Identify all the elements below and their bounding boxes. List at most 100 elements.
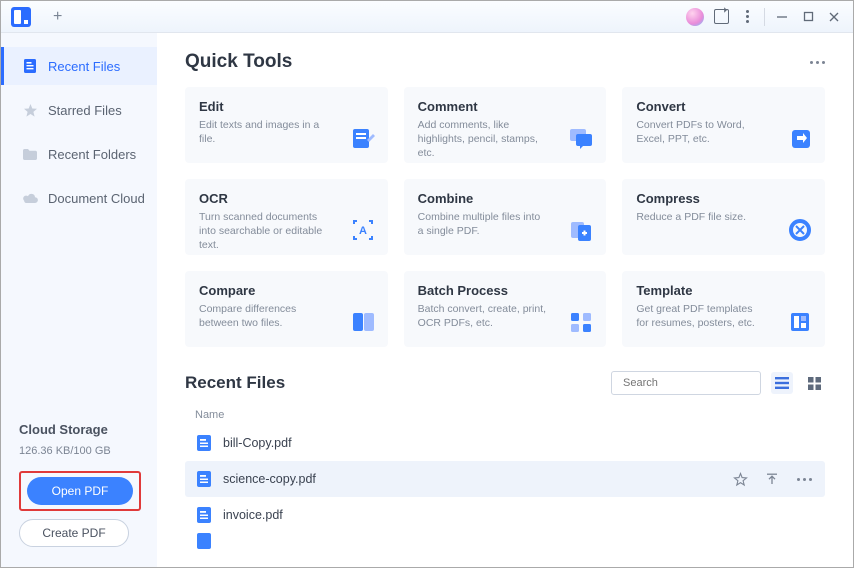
folder-icon [22,146,38,162]
file-name: science-copy.pdf [223,472,719,486]
tool-desc: Convert PDFs to Word, Excel, PPT, etc. [636,118,766,146]
dots-vertical-icon [746,10,749,23]
tool-desc: Batch convert, create, print, OCR PDFs, … [418,302,548,330]
tool-combine[interactable]: Combine Combine multiple files into a si… [404,179,607,255]
sidebar-item-label: Document Cloud [48,191,145,206]
tool-desc: Turn scanned documents into searchable o… [199,210,329,253]
search-input[interactable] [623,377,765,389]
file-name: bill-Copy.pdf [223,436,815,450]
upload-row-button[interactable] [761,472,783,486]
file-row[interactable]: bill-Copy.pdf [185,425,825,461]
highlight-open-pdf: Open PDF [19,471,141,511]
cloud-storage-block: Cloud Storage 126.36 KB/100 GB Open PDF … [1,422,157,567]
new-tab-button[interactable]: + [53,8,62,26]
create-pdf-button[interactable]: Create PDF [19,519,129,547]
svg-text:A: A [359,225,367,237]
view-grid-button[interactable] [803,372,825,394]
tool-title: Batch Process [418,283,593,298]
batch-icon [568,309,594,335]
divider [764,8,765,26]
tool-title: OCR [199,191,374,206]
tool-desc: Get great PDF templates for resumes, pos… [636,302,766,330]
tool-ocr[interactable]: OCR Turn scanned documents into searchab… [185,179,388,255]
file-row[interactable]: science-copy.pdf [185,461,825,497]
tool-title: Compare [199,283,374,298]
tool-comment[interactable]: Comment Add comments, like highlights, p… [404,87,607,163]
grid-icon [808,377,821,390]
share-icon [714,9,729,24]
pdf-file-icon [195,506,213,524]
cloud-storage-title: Cloud Storage [19,422,139,437]
ocr-icon: A [350,217,376,243]
close-icon [828,11,840,23]
tool-convert[interactable]: Convert Convert PDFs to Word, Excel, PPT… [622,87,825,163]
star-icon [22,102,38,118]
tool-title: Compress [636,191,811,206]
edit-icon [350,125,376,151]
comment-icon [568,125,594,151]
dots-horizontal-icon [797,478,812,481]
sidebar-item-label: Starred Files [48,103,122,118]
sidebar: Recent Files Starred Files Recent Folder… [1,33,157,567]
template-icon [787,309,813,335]
recent-files-title: Recent Files [185,373,611,393]
sidebar-item-label: Recent Files [48,59,120,74]
pdf-file-icon [195,533,213,549]
file-name: invoice.pdf [223,508,815,522]
tool-desc: Combine multiple files into a single PDF… [418,210,548,238]
minimize-icon [776,11,788,23]
maximize-icon [803,11,814,22]
close-button[interactable] [821,4,847,30]
tool-desc: Reduce a PDF file size. [636,210,766,224]
cloud-icon [22,190,38,206]
sidebar-item-starred-files[interactable]: Starred Files [1,91,157,129]
file-icon [22,58,38,74]
tool-title: Convert [636,99,811,114]
tool-title: Edit [199,99,374,114]
menu-button[interactable] [734,4,760,30]
column-name: Name [185,405,825,425]
tool-desc: Add comments, like highlights, pencil, s… [418,118,548,161]
tool-template[interactable]: Template Get great PDF templates for res… [622,271,825,347]
compress-icon [787,217,813,243]
file-row[interactable]: invoice.pdf [185,497,825,533]
content-area: Quick Tools Edit Edit texts and images i… [157,33,853,567]
file-row-partial[interactable] [185,533,825,549]
convert-icon [787,125,813,151]
star-outline-icon [733,472,748,487]
tool-batch-process[interactable]: Batch Process Batch convert, create, pri… [404,271,607,347]
list-icon [775,377,789,389]
combine-icon [568,217,594,243]
share-button[interactable] [708,4,734,30]
compare-icon [350,309,376,335]
sidebar-item-recent-folders[interactable]: Recent Folders [1,135,157,173]
quick-tools-menu[interactable] [810,61,825,64]
minimize-button[interactable] [769,4,795,30]
avatar-orb[interactable] [686,8,704,26]
view-list-button[interactable] [771,372,793,394]
tool-desc: Compare differences between two files. [199,302,329,330]
pdf-file-icon [195,434,213,452]
tool-compress[interactable]: Compress Reduce a PDF file size. [622,179,825,255]
sidebar-item-recent-files[interactable]: Recent Files [1,47,157,85]
more-row-button[interactable] [793,478,815,481]
search-box[interactable] [611,371,761,395]
upload-icon [765,472,779,486]
tool-title: Combine [418,191,593,206]
app-logo [11,7,31,27]
star-row-button[interactable] [729,472,751,487]
open-pdf-button[interactable]: Open PDF [27,477,133,505]
sidebar-item-document-cloud[interactable]: Document Cloud [1,179,157,217]
maximize-button[interactable] [795,4,821,30]
tool-compare[interactable]: Compare Compare differences between two … [185,271,388,347]
pdf-file-icon [195,470,213,488]
tool-title: Template [636,283,811,298]
sidebar-item-label: Recent Folders [48,147,136,162]
tool-desc: Edit texts and images in a file. [199,118,329,146]
tool-edit[interactable]: Edit Edit texts and images in a file. [185,87,388,163]
quick-tools-title: Quick Tools [185,51,810,73]
tool-title: Comment [418,99,593,114]
titlebar: + [1,1,853,33]
quick-tools-grid: Edit Edit texts and images in a file. Co… [185,87,825,347]
cloud-storage-usage: 126.36 KB/100 GB [19,445,139,457]
